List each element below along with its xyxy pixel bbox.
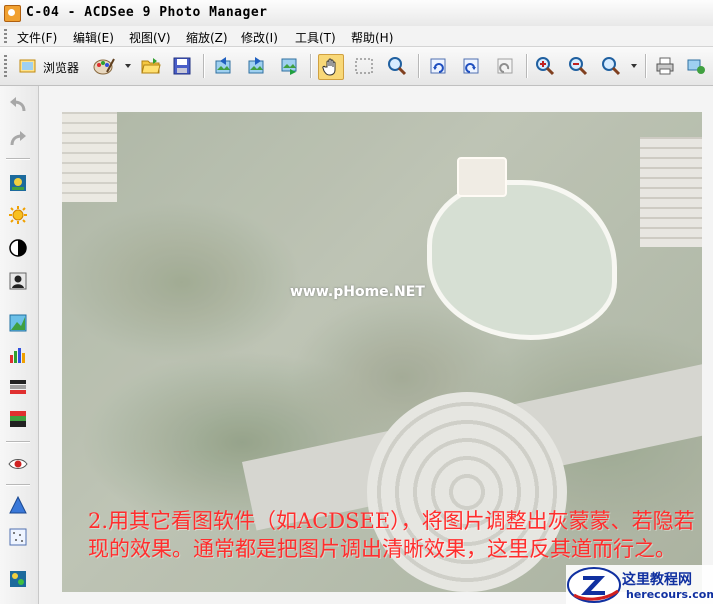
sharpen-icon[interactable] [7, 312, 29, 334]
menu-bar: 文件(F) 编辑(E) 视图(V) 缩放(Z) 修改(I) 工具(T) 帮助(H… [0, 26, 713, 47]
zoom-tool-icon[interactable] [385, 54, 409, 78]
app-icon [4, 5, 21, 22]
photo-pavilion [457, 157, 507, 197]
hand-tool-icon[interactable] [318, 54, 344, 80]
select-tool-icon[interactable] [352, 54, 376, 78]
menu-view[interactable]: 视图(V) [129, 29, 171, 46]
skin-tune-icon[interactable] [7, 270, 29, 292]
red-eye-reduction-icon[interactable] [7, 172, 29, 194]
site-url: herecours.com [626, 588, 713, 601]
zoom-out-icon[interactable] [566, 54, 590, 78]
toolbar-separator [418, 54, 419, 78]
rotate-right-icon[interactable] [459, 54, 483, 78]
lighting-icon[interactable] [7, 204, 29, 226]
print-icon[interactable] [653, 54, 677, 78]
rotate-left-icon[interactable] [426, 54, 450, 78]
photo-building-left [62, 112, 117, 202]
displayed-photo[interactable]: www.pHome.NET 2.用其它看图软件（如ACDSEE），将图片调整出灰… [62, 112, 702, 592]
auto-advance-icon[interactable] [278, 54, 302, 78]
menu-file[interactable]: 文件(F) [17, 29, 57, 46]
main-toolbar: 浏览器 [0, 47, 713, 86]
contrast-icon[interactable] [7, 237, 29, 259]
effects-icon[interactable] [7, 568, 29, 590]
photo-watermark: www.pHome.NET [290, 284, 425, 300]
photo-pool [427, 180, 617, 340]
photo-building-right [640, 137, 702, 247]
open-folder-icon[interactable] [139, 54, 163, 78]
rotate-disabled-icon[interactable] [493, 54, 517, 78]
color-balance-icon[interactable] [7, 376, 29, 398]
noise-icon[interactable] [7, 526, 29, 548]
panel-separator [6, 158, 30, 159]
menu-edit[interactable]: 编辑(E) [73, 29, 114, 46]
title-bar: C-04 - ACDSee 9 Photo Manager [0, 0, 713, 27]
undo-icon[interactable] [7, 94, 29, 116]
save-icon[interactable] [170, 54, 194, 78]
edit-tool-panel [0, 86, 39, 604]
levels-icon[interactable] [7, 344, 29, 366]
zoom-mode-icon[interactable] [599, 54, 623, 78]
panel-separator [6, 484, 30, 485]
browser-icon[interactable] [16, 54, 40, 78]
color-curves-icon[interactable] [7, 408, 29, 430]
red-eye-icon[interactable] [7, 453, 29, 475]
edit-dropdown-icon[interactable] [125, 64, 131, 68]
window-title: C-04 - ACDSee 9 Photo Manager [26, 5, 268, 20]
toolbar-separator [645, 54, 646, 78]
toolbar-separator [310, 54, 311, 78]
menu-modify[interactable]: 修改(I) [241, 29, 278, 46]
browser-button-label[interactable]: 浏览器 [43, 59, 79, 76]
color-triangle-icon[interactable] [7, 494, 29, 516]
next-image-icon[interactable] [245, 54, 269, 78]
more-tools-icon[interactable] [684, 54, 708, 78]
edit-palette-icon[interactable] [92, 54, 116, 78]
previous-image-icon[interactable] [212, 54, 236, 78]
toolbar-separator [203, 54, 204, 78]
menu-grip[interactable] [4, 29, 7, 43]
menu-help[interactable]: 帮助(H) [351, 29, 393, 46]
redo-icon[interactable] [7, 128, 29, 150]
tutorial-caption: 2.用其它看图软件（如ACDSEE），将图片调整出灰蒙蒙、若隐若现的效果。通常都… [88, 509, 695, 561]
zoom-in-icon[interactable] [533, 54, 557, 78]
menu-tools[interactable]: 工具(T) [295, 29, 336, 46]
menu-zoom[interactable]: 缩放(Z) [186, 29, 228, 46]
toolbar-separator [526, 54, 527, 78]
site-name: 这里教程网 [622, 572, 692, 588]
panel-separator [6, 441, 30, 442]
zoom-dropdown-icon[interactable] [631, 64, 637, 68]
toolbar-grip[interactable] [4, 55, 7, 77]
